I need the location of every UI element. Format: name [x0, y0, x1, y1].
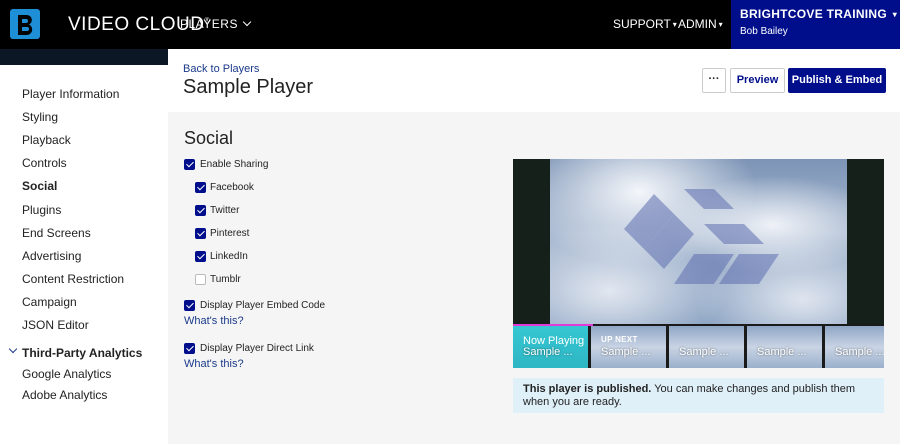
sidebar-item-playback[interactable]: Playback — [22, 133, 71, 147]
linkedin-label: LinkedIn — [210, 251, 248, 262]
sidebar-item-social[interactable]: Social — [22, 179, 57, 193]
direct-link-label: Display Player Direct Link — [200, 343, 314, 354]
tumblr-label: Tumblr — [210, 274, 241, 285]
playlist-strip: Now Playing Sample ... UP NEXT Sample ..… — [513, 324, 884, 368]
sidebar-item-advertising[interactable]: Advertising — [22, 249, 81, 263]
up-next-label: UP NEXT — [601, 335, 638, 344]
admin-menu[interactable]: ADMIN ▾ — [678, 17, 723, 31]
caret-down-icon: ▾ — [672, 20, 677, 29]
embed-code-label: Display Player Embed Code — [200, 300, 326, 311]
sidebar: Player Information Styling Playback Cont… — [0, 65, 168, 444]
playlist-item[interactable]: Now Playing Sample ... — [513, 326, 588, 368]
playlist-item[interactable]: Sample ... — [747, 326, 822, 368]
page-header: Back to Players Sample Player ··· Previe… — [168, 49, 900, 112]
more-options-button[interactable]: ··· — [702, 68, 726, 93]
brightcove-watermark-icon — [624, 189, 779, 284]
playlist-item-title: Sample ... — [757, 346, 807, 358]
publish-embed-button[interactable]: Publish & Embed — [788, 68, 886, 93]
sidebar-item-google-analytics[interactable]: Google Analytics — [22, 367, 111, 381]
video-frame — [550, 159, 847, 324]
playlist-item[interactable]: Sample ... — [825, 326, 884, 368]
facebook-checkbox[interactable] — [195, 182, 206, 193]
account-name: BRIGHTCOVE TRAINING ▾ — [740, 7, 898, 21]
twitter-checkbox[interactable] — [195, 205, 206, 216]
support-menu[interactable]: SUPPORT ▾ — [613, 17, 677, 31]
pinterest-checkbox[interactable] — [195, 228, 206, 239]
twitter-label: Twitter — [210, 205, 240, 216]
account-menu[interactable]: BRIGHTCOVE TRAINING ▾ Bob Bailey — [731, 0, 900, 49]
notice-bold: This player is published. — [523, 383, 652, 395]
playlist-item-title: Sample ... — [835, 346, 884, 358]
sidebar-item-end-screens[interactable]: End Screens — [22, 226, 91, 240]
caret-down-icon: ▾ — [718, 20, 723, 29]
enable-sharing-checkbox[interactable] — [184, 159, 195, 170]
sidebar-item-adobe-analytics[interactable]: Adobe Analytics — [22, 388, 107, 402]
pinterest-label: Pinterest — [210, 228, 250, 239]
sidebar-item-styling[interactable]: Styling — [22, 110, 58, 124]
whats-this-link[interactable]: What's this? — [184, 315, 244, 327]
top-nav-bar: VIDEO CLOUD® PLAYERS SUPPORT ▾ ADMIN ▾ BRI… — [0, 0, 900, 49]
brightcove-logo-icon[interactable] — [10, 9, 40, 39]
linkedin-checkbox[interactable] — [195, 251, 206, 262]
section-title: Social — [184, 128, 234, 148]
sidebar-item-controls[interactable]: Controls — [22, 156, 67, 170]
chevron-down-icon — [242, 17, 252, 27]
sidebar-header-strip — [0, 49, 168, 65]
whats-this-link[interactable]: What's this? — [184, 358, 244, 370]
sidebar-item-player-information[interactable]: Player Information — [22, 87, 119, 101]
playlist-item[interactable]: UP NEXT Sample ... — [591, 326, 666, 368]
sidebar-item-json-editor[interactable]: JSON Editor — [22, 318, 89, 332]
direct-link-checkbox[interactable] — [184, 343, 195, 354]
tumblr-checkbox[interactable] — [195, 274, 206, 285]
playback-progress-bar — [513, 324, 593, 326]
caret-down-icon: ▾ — [892, 10, 898, 19]
preview-button[interactable]: Preview — [730, 68, 785, 93]
enable-sharing-label: Enable Sharing — [200, 159, 269, 170]
embed-code-checkbox[interactable] — [184, 300, 195, 311]
account-user: Bob Bailey — [740, 26, 788, 37]
video-player[interactable] — [513, 159, 884, 324]
sidebar-item-campaign[interactable]: Campaign — [22, 295, 77, 309]
back-to-players-link[interactable]: Back to Players — [183, 63, 259, 75]
sidebar-group-third-party-analytics[interactable]: Third-Party Analytics — [22, 346, 142, 360]
chevron-down-icon[interactable] — [8, 344, 18, 354]
published-notice: This player is published. You can make c… — [513, 378, 884, 413]
sidebar-item-content-restriction[interactable]: Content Restriction — [22, 272, 124, 286]
playlist-item-title: Sample ... — [523, 346, 573, 358]
facebook-label: Facebook — [210, 182, 254, 193]
playlist-item-title: Sample ... — [679, 346, 729, 358]
players-menu[interactable]: PLAYERS — [180, 17, 252, 31]
page-title: Sample Player — [183, 76, 314, 98]
playlist-item-title: Sample ... — [601, 346, 651, 358]
sidebar-item-plugins[interactable]: Plugins — [22, 203, 61, 217]
playlist-item[interactable]: Sample ... — [669, 326, 744, 368]
